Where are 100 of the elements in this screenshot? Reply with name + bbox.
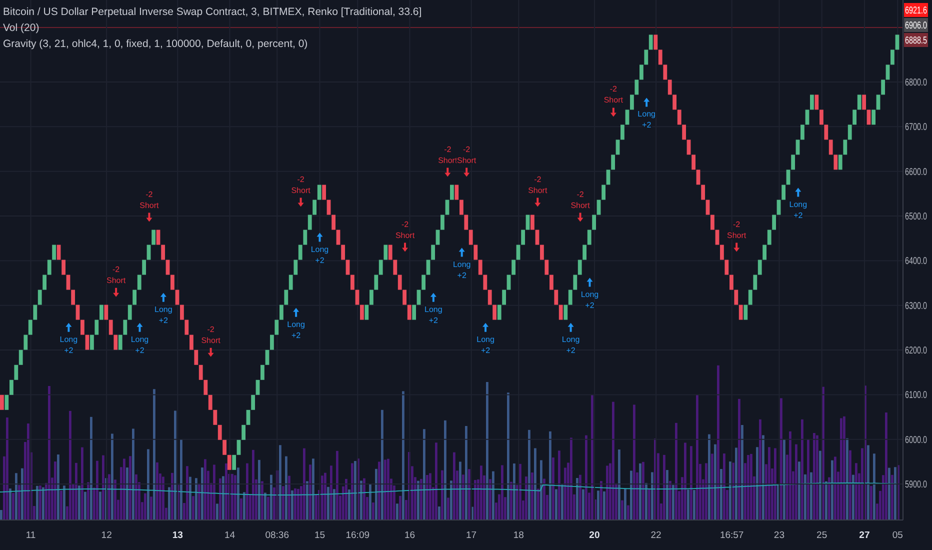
- price-axis-label: 6800.0: [905, 76, 927, 88]
- time-axis-label: 27: [859, 530, 870, 541]
- signal-amount: -2: [207, 324, 214, 334]
- price-axis-label: 5900.0: [905, 478, 927, 490]
- long-signal-label: Long: [580, 290, 599, 299]
- price-axis-label: 6300.0: [905, 300, 927, 312]
- down-arrow-icon: [146, 212, 152, 222]
- long-signal-label: Long: [424, 304, 442, 314]
- short-signal-label: Short: [395, 230, 415, 240]
- time-axis-label: 16: [404, 530, 416, 541]
- short-signal-label: Short: [106, 276, 126, 285]
- price-axis-label: 6700.0: [905, 121, 927, 132]
- long-signal-label: Long: [310, 244, 329, 254]
- short-signal-label: Short: [291, 186, 310, 195]
- time-axis-label: 13: [172, 530, 183, 541]
- time-axis-label: 16:09: [346, 530, 370, 541]
- down-arrow-icon: [113, 288, 120, 297]
- long-signal-label: Long: [789, 200, 808, 209]
- signal-amount: +2: [315, 256, 324, 265]
- signal-amount: -2: [733, 220, 740, 229]
- short-signal-label: Short: [604, 96, 623, 105]
- signal-amount: +2: [480, 346, 490, 355]
- chart-title: Bitcoin / US Dollar Perpetual Inverse Swap Contract, 3, BITMEX, Renko [Traditional, 33.6]: [3, 6, 422, 19]
- down-brick: [0, 394, 4, 410]
- down-arrow-icon: [402, 242, 408, 252]
- long-signal-label: Long: [287, 320, 305, 329]
- long-signal-label: Long: [476, 334, 494, 344]
- price-tag: 6906.0: [904, 18, 928, 32]
- long-signal-label: Long: [60, 334, 78, 344]
- price-axis-label: 6000.0: [905, 434, 927, 446]
- price-tag: 6888.5: [904, 33, 928, 47]
- up-arrow-icon: [430, 292, 436, 302]
- up-arrow-icon: [458, 248, 465, 257]
- price-axis-label: 6100.0: [905, 389, 927, 400]
- down-arrow-icon: [208, 348, 214, 357]
- down-arrow-icon: [298, 198, 304, 207]
- indicator-label: Vol (20): [3, 22, 40, 35]
- price-axis-label: 6400.0: [905, 255, 927, 266]
- time-axis-label: 23: [774, 530, 784, 541]
- time-axis-label: 08:36: [265, 530, 289, 541]
- signal-amount: +2: [158, 316, 168, 325]
- up-arrow-icon: [160, 292, 166, 302]
- long-signal-label: Long: [638, 110, 656, 119]
- signal-amount: +2: [642, 120, 652, 130]
- short-signal-label: Short: [727, 230, 746, 240]
- time-axis-label: 05: [892, 530, 903, 541]
- time-axis-label: 22: [650, 530, 662, 541]
- up-arrow-icon: [586, 278, 593, 287]
- time-axis-label: 25: [816, 530, 828, 541]
- time-axis-label: 14: [224, 530, 236, 541]
- signal-amount: +2: [457, 270, 466, 280]
- signal-amount: +2: [135, 346, 144, 355]
- signal-amount: -2: [146, 190, 153, 199]
- signal-amount: -2: [112, 264, 120, 274]
- signal-amount: -2: [463, 144, 470, 154]
- down-arrow-icon: [534, 198, 541, 207]
- short-signal-label: Short: [140, 200, 159, 210]
- time-axis-label: 12: [101, 530, 112, 541]
- up-arrow-icon: [644, 98, 650, 107]
- signal-amount: -2: [401, 220, 409, 229]
- time-axis-label: 20: [589, 530, 600, 541]
- short-signal-label: Short: [457, 156, 476, 165]
- up-arrow-icon: [795, 188, 802, 197]
- short-signal-label: Short: [570, 200, 590, 210]
- signal-amount: -2: [297, 174, 304, 184]
- long-signal-label: Long: [562, 334, 580, 344]
- long-signal-label: Long: [130, 334, 149, 344]
- price-axis-label: 6200.0: [905, 344, 927, 356]
- time-axis-label: 16:57: [720, 530, 744, 541]
- time-axis-label: 17: [466, 530, 477, 541]
- up-arrow-icon: [568, 322, 574, 332]
- signal-amount: +2: [292, 330, 301, 340]
- price-axis-label: 6600.0: [905, 166, 927, 178]
- time-axis-label: 18: [513, 530, 524, 541]
- time-axis-label: 15: [314, 530, 326, 541]
- short-signal-label: Short: [528, 186, 548, 195]
- up-arrow-icon: [66, 322, 72, 332]
- up-arrow-icon: [482, 322, 489, 332]
- signal-amount: +2: [428, 316, 438, 325]
- down-arrow-icon: [610, 108, 616, 117]
- long-signal-label: Long: [452, 260, 471, 269]
- signal-amount: -2: [610, 84, 617, 94]
- signal-amount: +2: [566, 346, 576, 355]
- signal-amount: -2: [444, 144, 452, 154]
- signal-amount: +2: [794, 210, 803, 220]
- signal-amount: +2: [64, 346, 74, 355]
- time-axis-label: 11: [26, 530, 36, 541]
- up-arrow-icon: [136, 322, 143, 332]
- down-arrow-icon: [577, 212, 584, 222]
- signal-amount: +2: [585, 300, 594, 310]
- long-signal-label: Long: [154, 304, 172, 314]
- short-signal-label: Short: [438, 156, 458, 165]
- down-arrow-icon: [444, 168, 451, 177]
- signal-amount: -2: [576, 190, 584, 199]
- down-arrow-icon: [734, 242, 740, 252]
- short-signal-label: Short: [201, 336, 220, 345]
- price-axis-label: 6500.0: [905, 210, 927, 222]
- up-arrow-icon: [316, 232, 323, 242]
- price-tag: 6921.6: [904, 3, 928, 17]
- up-arrow-icon: [293, 308, 300, 317]
